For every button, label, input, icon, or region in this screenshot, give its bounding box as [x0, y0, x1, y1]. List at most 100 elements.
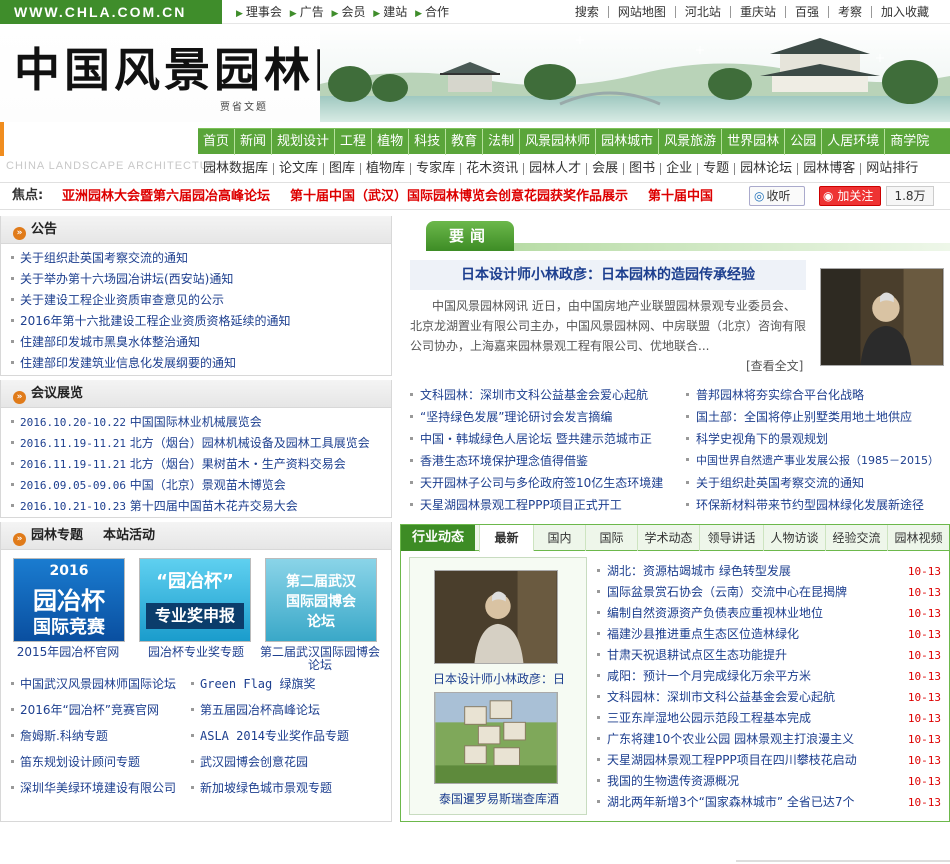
projects-title[interactable]: 园林专题 — [31, 522, 83, 550]
featured-photo-designer[interactable] — [434, 570, 558, 664]
tab-leader-speech[interactable]: 领导讲话 — [699, 525, 763, 551]
nav-item[interactable]: 法制 — [483, 129, 521, 155]
news-item[interactable]: 普邦园林将夯实综合平台化战略 — [686, 384, 948, 406]
tab-domestic[interactable]: 国内 — [533, 525, 585, 551]
headline-title[interactable]: 日本设计师小林政彦：日本园林的造园传承经验 — [410, 260, 806, 290]
top-nav-item[interactable]: 广告 — [300, 0, 324, 24]
news-item[interactable]: 关于组织赴英国考察交流的通知 — [686, 472, 948, 494]
subnav-item[interactable]: 植物库 — [361, 162, 412, 175]
listen-button[interactable]: ◎ 收听 — [749, 186, 805, 206]
subnav-item[interactable]: 图书 — [624, 162, 662, 175]
project-link[interactable]: 笛东规划设计顾问专题 — [11, 753, 140, 770]
project-link[interactable]: ASLA 2014专业奖作品专题 — [191, 727, 349, 744]
headline-photo[interactable] — [820, 268, 944, 366]
project-link[interactable]: 武汉园博会创意花园 — [191, 753, 308, 770]
nav-item[interactable]: 科技 — [409, 129, 447, 155]
focus-link[interactable]: 亚洲园林大会暨第六届园冶高峰论坛 — [62, 184, 270, 210]
subnav-item[interactable]: 图库 — [324, 162, 362, 175]
industry-item[interactable]: 三亚东岸湿地公园示范段工程基本完成 10-13 — [597, 708, 941, 729]
industry-item[interactable]: 文科园林：深圳市文科公益基金会爱心起航 10-13 — [597, 687, 941, 708]
top-link-bookmark[interactable]: 加入收藏 — [870, 6, 938, 18]
news-item[interactable]: 环保新材料带来节约型园林绿化发展新途径 — [686, 494, 948, 516]
project-link[interactable]: 2016年“园冶杯”竞赛官网 — [11, 701, 159, 718]
project-link[interactable]: 新加坡绿色城市景观专题 — [191, 779, 332, 796]
tab-interviews[interactable]: 人物访谈 — [763, 525, 825, 551]
nav-item[interactable]: 规划设计 — [272, 129, 336, 155]
industry-item[interactable]: 广东将建10个农业公园 园林景观主打浪漫主义 10-13 — [597, 729, 941, 750]
project-link[interactable]: 中国武汉风景园林师国际论坛 — [11, 675, 176, 692]
featured-caption[interactable]: 泰国暹罗易斯瑞查库酒 — [410, 790, 588, 807]
tile-caption[interactable]: 2015年园冶杯官网 — [7, 646, 129, 659]
top-link-search[interactable]: 搜索 — [566, 6, 608, 18]
subnav-item[interactable]: 专家库 — [411, 162, 462, 175]
project-link[interactable]: 詹姆斯.科纳专题 — [11, 727, 108, 744]
top-nav-item[interactable]: 合作 — [425, 0, 449, 24]
nav-item[interactable]: 植物 — [372, 129, 410, 155]
nav-item[interactable]: 风景园林师 — [520, 129, 597, 155]
nav-item[interactable]: 世界园林 — [722, 129, 786, 155]
news-item[interactable]: 文科园林：深圳市文科公益基金会爱心起航 — [410, 384, 678, 406]
nav-item[interactable]: 公园 — [785, 129, 823, 155]
subnav-item[interactable]: 园林博客 — [798, 162, 862, 175]
top-link-top100[interactable]: 百强 — [784, 6, 828, 18]
wuhan-expo-tile[interactable]: 第二届武汉 国际园博会 论坛 — [265, 558, 377, 642]
tile-caption[interactable]: 第二届武汉国际园博会论坛 — [259, 646, 381, 672]
list-item[interactable]: 2016.10.21-10.23 第十四届中国苗木花卉交易大会 — [11, 496, 391, 517]
featured-caption[interactable]: 日本设计师小林政彦：日 — [410, 670, 588, 687]
list-item[interactable]: 关于举办第十六场园冶讲坛(西安站)通知 — [11, 269, 391, 290]
industry-item[interactable]: 我国的生物遗传资源概况 10-13 — [597, 771, 941, 792]
news-item[interactable]: 中国・韩城绿色人居论坛 暨共建示范城市正 — [410, 428, 678, 450]
subnav-item[interactable]: 园林数据库 — [198, 162, 275, 175]
top-nav-item[interactable]: 会员 — [341, 0, 365, 24]
tab-academic[interactable]: 学术动态 — [637, 525, 699, 551]
follow-button[interactable]: ◉ 加关注 — [819, 186, 881, 206]
tile-caption[interactable]: 园冶杯专业奖专题 — [135, 646, 257, 659]
news-item[interactable]: 香港生态环境保护理念值得借鉴 — [410, 450, 678, 472]
subnav-item[interactable]: 园林论坛 — [735, 162, 799, 175]
top-link-tour[interactable]: 考察 — [827, 6, 871, 18]
tab-headline-news[interactable]: 要闻 — [426, 221, 514, 251]
project-link[interactable]: 深圳华美绿环境建设有限公司 — [11, 779, 176, 796]
project-link[interactable]: Green Flag 绿旗奖 — [191, 675, 315, 692]
list-item[interactable]: 2016.10.20-10.22 中国国际林业机械展览会 — [11, 412, 391, 433]
site-domain[interactable]: WWW.CHLA.COM.CN — [0, 0, 222, 24]
read-more-link[interactable]: [查看全文] — [746, 357, 803, 374]
nav-item[interactable]: 风景旅游 — [659, 129, 723, 155]
subnav-item[interactable]: 花木资讯 — [461, 162, 525, 175]
industry-item[interactable]: 咸阳：预计一个月完成绿化万余平方米 10-13 — [597, 666, 941, 687]
industry-item[interactable]: 湖北：资源枯竭城市 绿色转型发展 10-13 — [597, 561, 941, 582]
news-item[interactable]: 天开园林子公司与多伦政府签10亿生态环境建 — [410, 472, 678, 494]
focus-link[interactable]: 第十届中国 — [648, 184, 713, 210]
top-link-hebei[interactable]: 河北站 — [674, 6, 730, 18]
list-item[interactable]: 2016.11.19-11.21 北方（烟台）果树苗木・生产资料交易会 — [11, 454, 391, 475]
news-item[interactable]: 天星湖园林景观工程PPP项目正式开工 — [410, 494, 678, 516]
industry-item[interactable]: 湖北两年新增3个“国家森林城市” 全省已达7个 10-13 — [597, 792, 941, 813]
tab-latest[interactable]: 最新 — [479, 525, 533, 552]
featured-photo-hotel[interactable] — [434, 692, 558, 784]
news-item[interactable]: 中国世界自然遗产事业发展公报（1985－2015） — [686, 450, 948, 472]
nav-item[interactable]: 教育 — [446, 129, 484, 155]
subnav-item[interactable]: 园林人才 — [524, 162, 588, 175]
nav-item[interactable]: 新闻 — [235, 129, 273, 155]
top-nav-item[interactable]: 理事会 — [246, 0, 282, 24]
industry-item[interactable]: 国际盆景赏石协会（云南）交流中心在昆揭牌 10-13 — [597, 582, 941, 603]
list-item[interactable]: 住建部印发建筑业信息化发展纲要的通知 — [11, 353, 391, 374]
top-link-chongqing[interactable]: 重庆站 — [729, 6, 785, 18]
yuanye-cup-tile[interactable]: 2016 园冶杯 国际竞赛 — [13, 558, 125, 642]
tab-video[interactable]: 园林视频 — [887, 525, 949, 551]
news-item[interactable]: 国土部：全国将停止别墅类用地土地供应 — [686, 406, 948, 428]
list-item[interactable]: 2016.09.05-09.06 中国（北京）景观苗木博览会 — [11, 475, 391, 496]
tab-international[interactable]: 国际 — [585, 525, 637, 551]
nav-item[interactable]: 人居环境 — [822, 129, 886, 155]
focus-link[interactable]: 第十届中国（武汉）国际园林博览会创意花园获奖作品展示 — [290, 184, 628, 210]
nav-item[interactable]: 商学院 — [885, 129, 934, 155]
tab-experience[interactable]: 经验交流 — [825, 525, 887, 551]
top-link-sitemap[interactable]: 网站地图 — [607, 6, 675, 18]
news-item[interactable]: “坚持绿色发展”理论研讨会发言摘编 — [410, 406, 678, 428]
nav-item[interactable]: 首页 — [198, 129, 236, 155]
subnav-item[interactable]: 网站排行 — [861, 162, 923, 175]
project-link[interactable]: 第五届园冶杯高峰论坛 — [191, 701, 320, 718]
industry-item[interactable]: 甘肃天祝退耕试点区生态功能提升 10-13 — [597, 645, 941, 666]
site-logo[interactable]: 中国风景园林网 — [14, 34, 364, 100]
list-item[interactable]: 2016年第十六批建设工程企业资质资格延续的通知 — [11, 311, 391, 332]
